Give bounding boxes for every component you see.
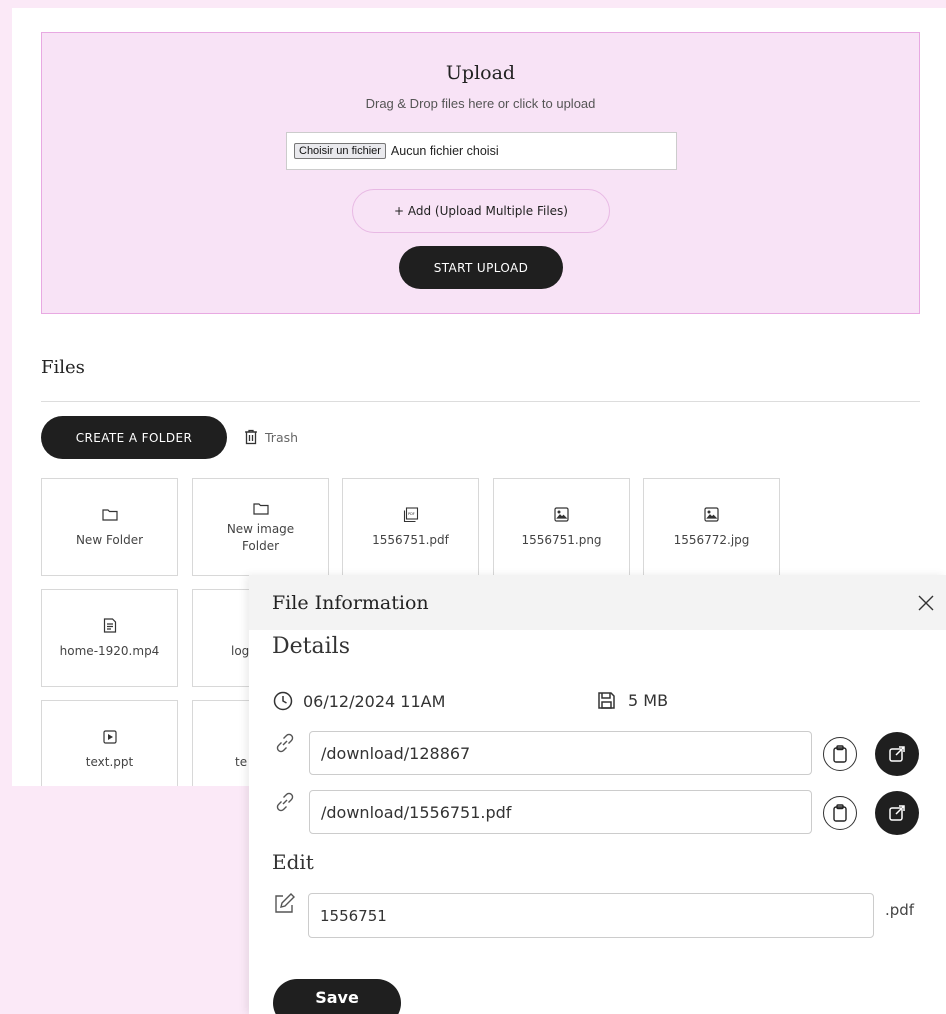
trash-icon — [245, 429, 257, 445]
tile-label: 1556751.png — [521, 532, 602, 547]
pdf-icon: PDF — [403, 506, 418, 522]
copy-link-button[interactable] — [823, 737, 857, 771]
clock-icon — [273, 691, 293, 711]
external-link-icon — [889, 746, 905, 762]
copy-link-button[interactable] — [823, 796, 857, 830]
image-icon — [704, 507, 719, 522]
edit-heading: Edit — [272, 850, 314, 874]
tile-label: New image Folder — [226, 522, 295, 553]
file-information-header: File Information — [249, 575, 946, 630]
file-tile-png[interactable]: 1556751.png — [493, 478, 630, 576]
file-tile-ppt[interactable]: text.ppt — [41, 700, 178, 786]
files-section-title: Files — [41, 357, 85, 378]
details-heading: Details — [272, 634, 350, 659]
open-link-button[interactable] — [875, 732, 919, 776]
file-tile-new-image-folder[interactable]: New image Folder — [192, 478, 329, 576]
download-link-field[interactable]: /download/1556751.pdf — [309, 790, 812, 834]
close-icon[interactable] — [916, 593, 936, 613]
folder-icon — [101, 509, 118, 521]
create-folder-button[interactable]: CREATE A FOLDER — [41, 416, 227, 459]
link-icon — [276, 792, 294, 812]
trash-link[interactable]: Trash — [244, 429, 298, 445]
no-file-chosen-text: Aucun fichier choisi — [390, 144, 499, 158]
document-icon — [103, 618, 116, 633]
file-tile-mp4[interactable]: home-1920.mp4 — [41, 589, 178, 687]
save-button[interactable]: Save — [273, 979, 401, 1014]
edit-icon — [275, 893, 295, 913]
file-information-title: File Information — [272, 591, 429, 614]
open-link-button[interactable] — [875, 791, 919, 835]
image-icon — [554, 507, 569, 522]
file-date: 06/12/2024 11AM — [303, 691, 446, 711]
filename-input[interactable]: 1556751 — [308, 893, 874, 938]
file-input[interactable]: Choisir un fichier Aucun fichier choisi — [286, 132, 677, 170]
upload-title: Upload — [445, 62, 516, 84]
tile-label: home-1920.mp4 — [59, 643, 160, 658]
link-row-2: /download/1556751.pdf — [273, 790, 812, 834]
play-icon — [102, 729, 117, 744]
file-information-panel: File Information Details 06/12/2024 11AM… — [249, 575, 946, 1014]
file-tile-jpg[interactable]: 1556772.jpg — [643, 478, 780, 576]
divider — [41, 401, 920, 402]
add-multiple-files-button[interactable]: + Add (Upload Multiple Files) — [352, 189, 610, 233]
upload-subtitle: Drag & Drop files here or click to uploa… — [365, 96, 596, 111]
start-upload-button[interactable]: START UPLOAD — [399, 246, 563, 289]
trash-label: Trash — [265, 429, 299, 445]
file-size: 5 MB — [628, 691, 669, 710]
file-extension-label: .pdf — [885, 901, 915, 919]
file-tile-new-folder[interactable]: New Folder — [41, 478, 178, 576]
size-meta: 5 MB — [597, 691, 668, 710]
tile-label: log — [231, 643, 250, 658]
clipboard-icon — [833, 804, 847, 822]
tile-label: text.ppt — [85, 754, 134, 769]
folder-icon — [252, 502, 269, 515]
save-disk-icon — [598, 692, 615, 709]
upload-dropzone[interactable]: Upload Drag & Drop files here or click t… — [41, 32, 920, 314]
tile-label: te — [235, 754, 248, 769]
clipboard-icon — [833, 745, 847, 763]
link-icon — [276, 733, 294, 753]
date-meta: 06/12/2024 11AM — [273, 691, 445, 711]
link-row-1: /download/128867 — [273, 731, 812, 775]
svg-text:PDF: PDF — [408, 512, 415, 516]
download-link-field[interactable]: /download/128867 — [309, 731, 812, 775]
edit-row: 1556751 — [273, 893, 874, 938]
tile-label: 1556772.jpg — [673, 532, 750, 547]
choose-file-button[interactable]: Choisir un fichier — [294, 143, 386, 159]
tile-label: New Folder — [75, 532, 144, 547]
file-tile-pdf[interactable]: PDF 1556751.pdf — [342, 478, 479, 576]
tile-label: 1556751.pdf — [372, 532, 449, 547]
external-link-icon — [889, 805, 905, 821]
